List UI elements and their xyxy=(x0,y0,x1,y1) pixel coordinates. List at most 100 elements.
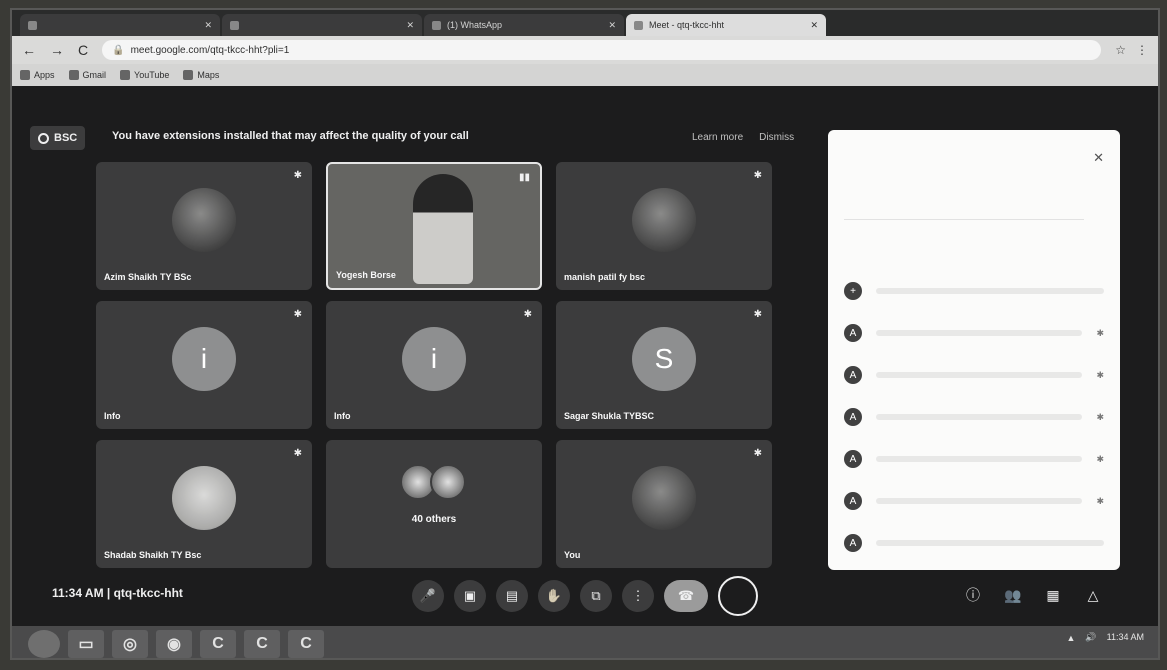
info-icon[interactable]: ⓘ xyxy=(962,584,984,606)
participant-row[interactable]: A ✱ xyxy=(844,448,1104,470)
activities-icon[interactable]: △ xyxy=(1082,584,1104,606)
participant-avatar xyxy=(172,188,236,252)
browser-tab[interactable]: (1) WhatsApp ✕ xyxy=(424,14,624,36)
participant-row[interactable]: A ✱ xyxy=(844,364,1104,386)
app-c-icon[interactable]: C xyxy=(244,630,280,658)
participant-name: Shadab Shaikh TY Bsc xyxy=(104,550,202,560)
participant-tile-speaking[interactable]: ▮▮ Yogesh Borse xyxy=(326,162,542,290)
participant-avatar: i xyxy=(402,327,466,391)
bookmark-item[interactable]: Maps xyxy=(183,70,219,80)
captions-button[interactable]: ▤ xyxy=(496,580,528,612)
mic-off-icon: ✱ xyxy=(293,448,302,459)
forward-icon[interactable]: → xyxy=(50,42,64,58)
people-icon[interactable]: 👥 xyxy=(1002,584,1024,606)
others-tile[interactable]: 40 others xyxy=(326,440,542,568)
close-icon[interactable]: ✕ xyxy=(406,20,414,31)
tab-favicon-icon xyxy=(28,20,37,30)
menu-icon[interactable]: ⋮ xyxy=(1136,43,1148,57)
network-icon[interactable]: ▲ xyxy=(1067,633,1076,643)
mic-off-icon: ✱ xyxy=(753,309,762,320)
system-tray: ▲ 🔊 11:34 AM xyxy=(1067,632,1145,643)
star-icon[interactable]: ☆ xyxy=(1115,43,1126,57)
mic-off-icon: ✱ xyxy=(293,309,302,320)
app-c-icon[interactable]: C xyxy=(288,630,324,658)
close-icon[interactable]: ✕ xyxy=(1093,150,1104,166)
file-explorer-icon[interactable]: ▭ xyxy=(68,630,104,658)
meeting-code-badge[interactable]: BSC xyxy=(30,126,86,150)
more-options-button[interactable]: ⋮ xyxy=(622,580,654,612)
meet-call-area: BSC You have extensions installed that m… xyxy=(12,86,1158,626)
browser-toolbar: ← → C 🔒 meet.google.com/qtq-tkcc-hht?pli… xyxy=(12,36,1158,64)
browser-tab[interactable]: ✕ xyxy=(20,14,220,36)
participant-avatar xyxy=(632,188,696,252)
learn-more-link[interactable]: Learn more xyxy=(692,132,743,143)
participant-tile[interactable]: ✱ Azim Shaikh TY BSc xyxy=(96,162,312,290)
taskbar-clock[interactable]: 11:34 AM xyxy=(1107,632,1144,643)
bookmark-item[interactable]: Gmail xyxy=(68,70,106,80)
raise-hand-button[interactable]: ✋ xyxy=(538,580,570,612)
mic-off-icon: ✱ xyxy=(1096,369,1104,380)
reload-icon[interactable]: C xyxy=(78,42,88,58)
mic-button[interactable]: 🎤 xyxy=(412,580,444,612)
participant-avatar: i xyxy=(172,327,236,391)
chrome-icon[interactable]: ◎ xyxy=(112,630,148,658)
meet-icon xyxy=(634,20,643,30)
participant-avatar: A xyxy=(844,324,862,342)
mic-off-icon: ✱ xyxy=(1096,411,1104,422)
chat-icon[interactable]: ▦ xyxy=(1042,584,1064,606)
participant-tile[interactable]: i ✱ Info xyxy=(326,301,542,429)
participant-avatar: S xyxy=(632,327,696,391)
dismiss-button[interactable]: Dismiss xyxy=(759,132,794,143)
participant-row[interactable]: A ✱ xyxy=(844,490,1104,512)
participant-tile[interactable]: i ✱ Info xyxy=(96,301,312,429)
app-c-icon[interactable]: C xyxy=(200,630,236,658)
mic-off-icon: ✱ xyxy=(753,170,762,181)
participant-video xyxy=(413,174,473,284)
participant-tile[interactable]: S ✱ Sagar Shukla TYBSC xyxy=(556,301,772,429)
activities-button[interactable] xyxy=(718,576,758,616)
participant-name: manish patil fy bsc xyxy=(564,272,646,282)
apps-icon xyxy=(20,70,30,80)
participant-row[interactable]: A ✱ xyxy=(844,406,1104,428)
browser-tab[interactable]: ✕ xyxy=(222,14,422,36)
participant-row[interactable]: A xyxy=(844,532,1104,554)
participant-avatar: A xyxy=(844,534,862,552)
meeting-time-code: 11:34 AM | qtq-tkcc-hht xyxy=(52,586,183,600)
present-button[interactable]: ⧉ xyxy=(580,580,612,612)
browser-icon[interactable]: ◉ xyxy=(156,630,192,658)
address-bar[interactable]: 🔒 meet.google.com/qtq-tkcc-hht?pli=1 xyxy=(102,40,1102,60)
participant-grid: ✱ Azim Shaikh TY BSc ▮▮ Yogesh Borse ✱ m… xyxy=(96,162,772,568)
participant-row[interactable]: + xyxy=(844,280,1104,302)
participant-avatar: A xyxy=(844,492,862,510)
volume-icon[interactable]: 🔊 xyxy=(1085,632,1096,643)
call-controls: 🎤 ▣ ▤ ✋ ⧉ ⋮ ☎ xyxy=(412,576,758,616)
bookmark-item[interactable]: YouTube xyxy=(120,70,169,80)
leave-call-button[interactable]: ☎ xyxy=(664,580,708,612)
participants-panel: ✕ + A ✱ A ✱ A ✱ A ✱ A ✱ A xyxy=(828,130,1120,570)
participant-avatar: A xyxy=(844,408,862,426)
close-icon[interactable]: ✕ xyxy=(204,20,212,31)
self-tile[interactable]: ✱ You xyxy=(556,440,772,568)
bookmark-item[interactable]: Apps xyxy=(20,70,55,80)
participant-name: You xyxy=(564,550,581,560)
side-controls: ⓘ 👥 ▦ △ xyxy=(962,584,1104,606)
participant-tile[interactable]: ✱ Shadab Shaikh TY Bsc xyxy=(96,440,312,568)
gmail-icon xyxy=(68,70,79,80)
camera-button[interactable]: ▣ xyxy=(454,580,486,612)
participant-name: Info xyxy=(334,411,351,421)
participant-tile[interactable]: ✱ manish patil fy bsc xyxy=(556,162,772,290)
browser-tab-active[interactable]: Meet - qtq-tkcc-hht ✕ xyxy=(626,14,826,36)
participant-avatar xyxy=(172,466,236,530)
back-icon[interactable]: ← xyxy=(22,42,36,58)
mic-off-icon: ✱ xyxy=(523,309,532,320)
participant-avatar xyxy=(632,466,696,530)
bookmarks-bar: Apps Gmail YouTube Maps xyxy=(12,64,1158,86)
close-icon[interactable]: ✕ xyxy=(810,20,818,31)
participant-row[interactable]: A ✱ xyxy=(844,322,1104,344)
browser-tab-strip: ✕ ✕ (1) WhatsApp ✕ Meet - qtq-tkcc-hht ✕ xyxy=(12,10,1158,36)
start-button[interactable] xyxy=(28,630,60,658)
mic-off-icon: ✱ xyxy=(753,448,762,459)
meet-logo-icon xyxy=(38,132,49,144)
search-participants-input[interactable] xyxy=(844,202,1084,220)
close-icon[interactable]: ✕ xyxy=(608,20,616,31)
